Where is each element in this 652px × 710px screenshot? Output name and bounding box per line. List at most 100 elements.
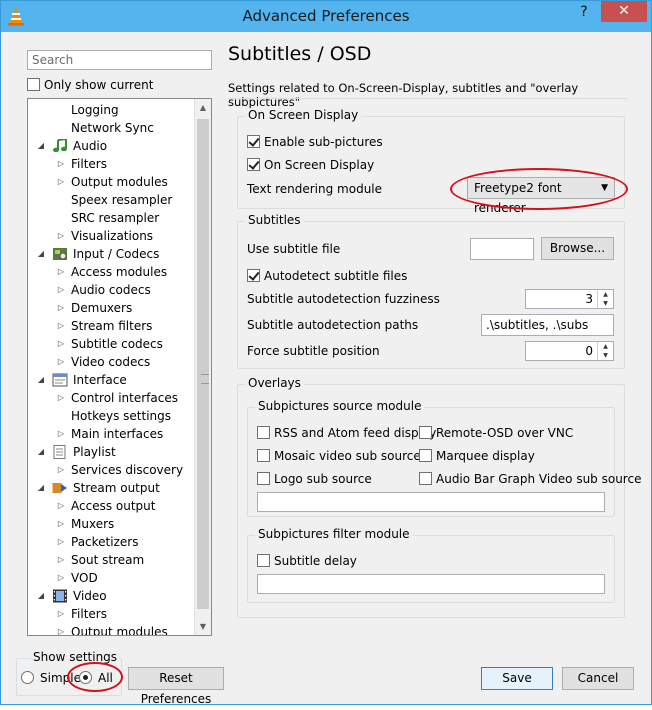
tree-item[interactable]: ◢ Video [28,587,196,605]
close-button[interactable]: ✕ [601,1,647,22]
spin-buttons[interactable]: ▲ ▼ [597,342,613,360]
checkbox-box[interactable] [257,426,270,439]
spin-up-icon[interactable]: ▲ [598,342,613,351]
help-button[interactable]: ? [573,4,595,24]
spin-down-icon[interactable]: ▼ [598,351,613,360]
checkbox-box[interactable] [247,269,260,282]
tree-item[interactable]: ▷ Services discovery [28,461,196,479]
tree-item[interactable]: ▷ Video codecs [28,353,196,371]
collapsed-arrow-icon[interactable]: ▷ [56,281,66,299]
checkbox-box[interactable] [247,135,260,148]
only-show-current-checkbox[interactable]: Only show current [27,77,153,92]
expanded-arrow-icon[interactable]: ◢ [36,587,46,605]
subpictures-filter-input[interactable] [257,574,605,594]
scroll-up-icon[interactable]: ▲ [195,99,211,116]
tree-item[interactable]: ◢ Interface [28,371,196,389]
collapsed-arrow-icon[interactable]: ▷ [56,605,66,623]
tree-item[interactable]: ▷ Filters [28,155,196,173]
checkbox-box[interactable] [419,426,432,439]
save-button[interactable]: Save [481,667,553,690]
tree-item[interactable]: ▷ Output modules [28,173,196,191]
checkbox-box[interactable] [257,472,270,485]
preferences-tree[interactable]: Logging Network Sync ◢ Audio ▷ Filters ▷ Output… [27,98,212,636]
tree-item[interactable]: ▷ Stream filters [28,317,196,335]
autodetection-paths-input[interactable]: .\subtitles, .\subs [481,314,614,336]
collapsed-arrow-icon[interactable]: ▷ [56,353,66,371]
collapsed-arrow-icon[interactable]: ▷ [56,317,66,335]
collapsed-arrow-icon[interactable]: ▷ [56,551,66,569]
radio-simple-button[interactable] [21,671,34,684]
tree-item[interactable]: ▷ Access output [28,497,196,515]
collapsed-arrow-icon[interactable]: ▷ [56,335,66,353]
tree-item[interactable]: ▷ Packetizers [28,533,196,551]
tree-item[interactable]: ◢ Audio [28,137,196,155]
autodetect-subtitles-checkbox[interactable]: Autodetect subtitle files [247,268,407,283]
logo-checkbox[interactable]: Logo sub source [257,471,372,486]
tree-item[interactable]: ▷ Demuxers [28,299,196,317]
tree-item[interactable]: ▷ Output modules [28,623,196,635]
tree-item[interactable]: ▷ Muxers [28,515,196,533]
checkbox-box[interactable] [419,472,432,485]
tree-item[interactable]: ◢ Input / Codecs [28,245,196,263]
tree-item[interactable]: ▷ Filters [28,605,196,623]
tree-item[interactable]: ▷ Control interfaces [28,389,196,407]
subtitle-delay-checkbox[interactable]: Subtitle delay [257,553,357,568]
browse-button[interactable]: Browse... [541,237,614,260]
tree-item[interactable]: SRC resampler [28,209,196,227]
cancel-button[interactable]: Cancel [562,667,634,690]
collapsed-arrow-icon[interactable]: ▷ [56,227,66,245]
tree-item[interactable]: ◢ Stream output [28,479,196,497]
tree-item[interactable]: Network Sync [28,119,196,137]
subpictures-source-input[interactable] [257,492,605,512]
audio-bar-checkbox[interactable]: Audio Bar Graph Video sub source [419,471,641,486]
collapsed-arrow-icon[interactable]: ▷ [56,299,66,317]
tree-scrollbar[interactable]: ▲ ▼ [194,99,211,635]
scroll-thumb[interactable] [197,119,209,609]
collapsed-arrow-icon[interactable]: ▷ [56,425,66,443]
collapsed-arrow-icon[interactable]: ▷ [56,623,66,635]
tree-item[interactable]: ▷ Audio codecs [28,281,196,299]
tree-item[interactable]: Hotkeys settings [28,407,196,425]
on-screen-display-checkbox[interactable]: On Screen Display [247,157,374,172]
force-position-spinbox[interactable]: 0 ▲ ▼ [525,341,614,361]
checkbox-box[interactable] [257,554,270,567]
tree-item[interactable]: Logging [28,101,196,119]
checkbox-box[interactable] [27,78,40,91]
reset-preferences-button[interactable]: Reset Preferences [128,667,224,706]
remote-osd-checkbox[interactable]: Remote-OSD over VNC [419,425,573,440]
mosaic-checkbox[interactable]: Mosaic video sub source [257,448,421,463]
expanded-arrow-icon[interactable]: ◢ [36,479,46,497]
expanded-arrow-icon[interactable]: ◢ [36,371,46,389]
collapsed-arrow-icon[interactable]: ▷ [56,461,66,479]
tree-item[interactable]: Speex resampler [28,191,196,209]
collapsed-arrow-icon[interactable]: ▷ [56,155,66,173]
collapsed-arrow-icon[interactable]: ▷ [56,263,66,281]
tree-item[interactable]: ▷ Sout stream [28,551,196,569]
fuzziness-spinbox[interactable]: 3 ▲ ▼ [525,289,614,309]
checkbox-box[interactable] [247,158,260,171]
rss-checkbox[interactable]: RSS and Atom feed display [257,425,436,440]
subtitle-file-input[interactable] [470,238,534,260]
marquee-checkbox[interactable]: Marquee display [419,448,535,463]
spin-down-icon[interactable]: ▼ [598,299,613,308]
collapsed-arrow-icon[interactable]: ▷ [56,515,66,533]
collapsed-arrow-icon[interactable]: ▷ [56,533,66,551]
tree-item[interactable]: ▷ Subtitle codecs [28,335,196,353]
spin-up-icon[interactable]: ▲ [598,290,613,299]
expanded-arrow-icon[interactable]: ◢ [36,245,46,263]
collapsed-arrow-icon[interactable]: ▷ [56,389,66,407]
expanded-arrow-icon[interactable]: ◢ [36,137,46,155]
checkbox-box[interactable] [257,449,270,462]
expanded-arrow-icon[interactable]: ◢ [36,443,46,461]
collapsed-arrow-icon[interactable]: ▷ [56,173,66,191]
title-bar[interactable]: Advanced Preferences ? ✕ [1,1,651,32]
enable-subpictures-checkbox[interactable]: Enable sub-pictures [247,134,383,149]
tree-item[interactable]: ▷ Access modules [28,263,196,281]
tree-item[interactable]: ◢ Playlist [28,443,196,461]
tree-item[interactable]: ▷ Main interfaces [28,425,196,443]
tree-item[interactable]: ▷ Visualizations [28,227,196,245]
collapsed-arrow-icon[interactable]: ▷ [56,497,66,515]
collapsed-arrow-icon[interactable]: ▷ [56,569,66,587]
tree-item[interactable]: ▷ VOD [28,569,196,587]
search-input[interactable] [27,50,212,70]
